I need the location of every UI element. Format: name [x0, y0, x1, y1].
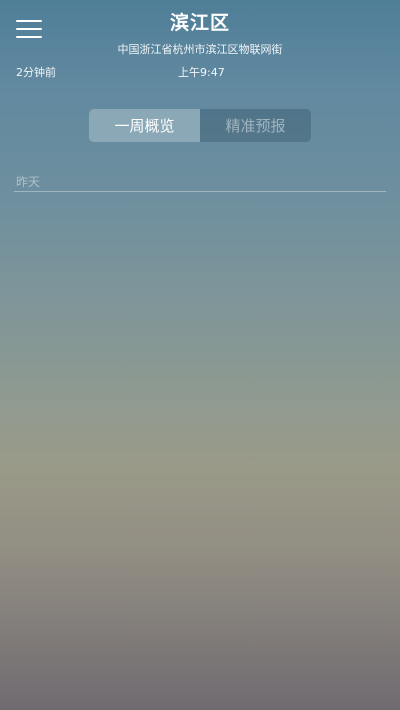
menu-line — [16, 36, 42, 39]
publish-time-text: 上午9:47 — [178, 66, 225, 79]
weather-screen: 滨江区 中国浙江省杭州市滨江区物联网街 2分钟前 上午9:47 一周概览 精准预… — [0, 0, 400, 710]
page-title: 滨江区 — [169, 12, 230, 34]
tab-precise-forecast[interactable]: 精准预报 — [200, 109, 311, 142]
location-address: 中国浙江省杭州市滨江区物联网街 — [117, 43, 283, 56]
section-divider — [14, 191, 386, 192]
tab-week-overview[interactable]: 一周概览 — [89, 109, 200, 142]
forecast-tab-bar: 一周概览 精准预报 — [89, 109, 311, 142]
section-label-yesterday: 昨天 — [16, 175, 41, 189]
updated-ago-text: 2分钟前 — [16, 66, 56, 79]
